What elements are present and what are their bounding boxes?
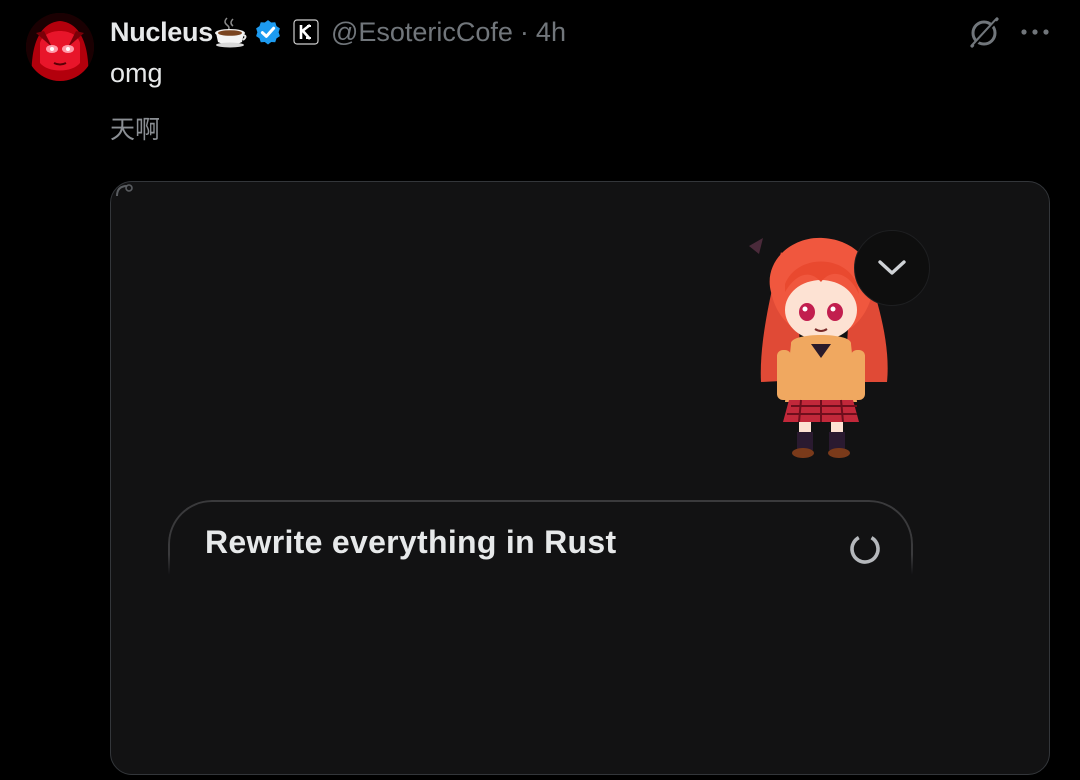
separator-dot: · [519, 16, 529, 47]
dropdown-button[interactable] [854, 230, 930, 306]
media-card[interactable]: Rewrite everything in Rust [110, 181, 1050, 775]
timestamp[interactable]: 4h [536, 17, 566, 48]
prompt-text: Rewrite everything in Rust [205, 524, 617, 560]
grok-icon[interactable] [966, 14, 1002, 50]
avatar[interactable] [26, 13, 94, 81]
post-header: Nucleus @EsotericCofe · 4h [110, 14, 566, 50]
chevron-down-icon [878, 260, 906, 275]
post-translation: 天啊 [110, 116, 161, 144]
author-handle[interactable]: @EsotericCofe [331, 17, 513, 48]
loading-spinner-icon [850, 534, 880, 564]
display-name[interactable]: Nucleus [110, 17, 213, 48]
affiliate-badge-icon[interactable] [293, 19, 319, 45]
more-options-icon[interactable] [1018, 20, 1052, 44]
avatar-image [26, 13, 94, 81]
coffee-cup-icon [214, 17, 247, 48]
post: Nucleus @EsotericCofe · 4h omg 天啊 Rewrit… [0, 0, 1080, 780]
verified-badge-icon[interactable] [253, 17, 283, 47]
post-text: omg [110, 58, 163, 88]
corner-mark-icon [116, 184, 133, 197]
